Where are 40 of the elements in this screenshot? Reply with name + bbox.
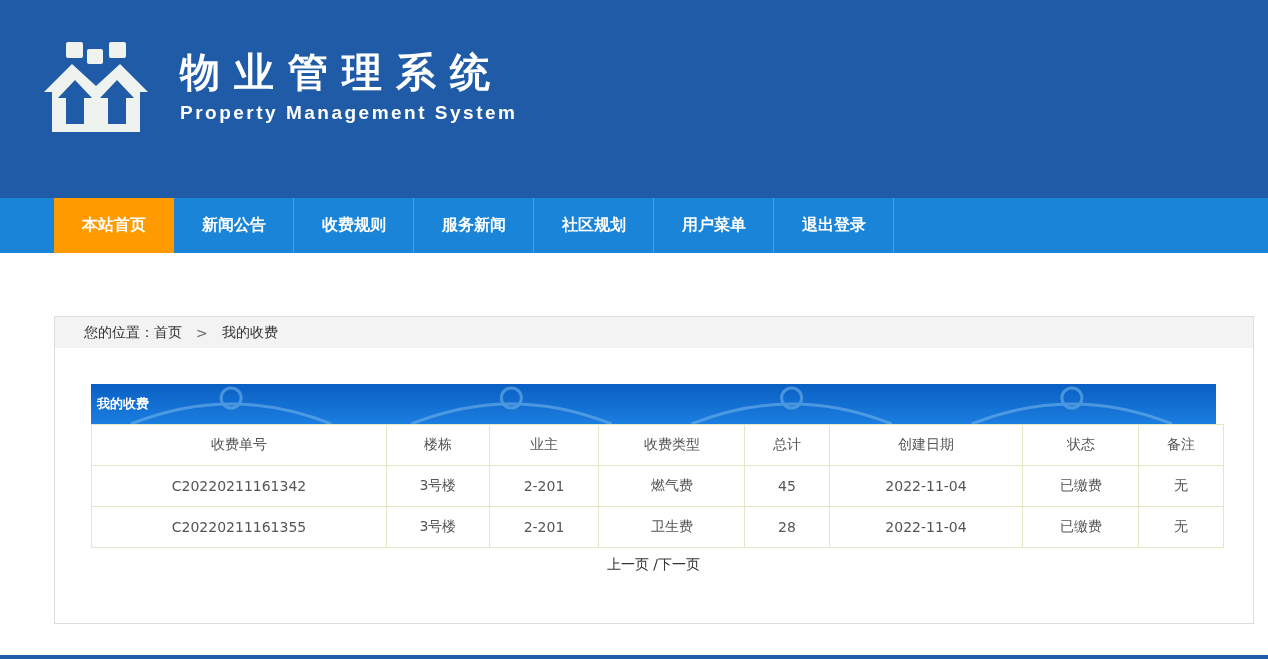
column-header: 收费单号 bbox=[91, 424, 387, 466]
column-header: 创建日期 bbox=[829, 424, 1023, 466]
table-cell: C20220211161342 bbox=[91, 465, 387, 507]
column-header: 备注 bbox=[1138, 424, 1224, 466]
table-cell: C20220211161355 bbox=[91, 506, 387, 548]
nav-tab[interactable]: 收费规则 bbox=[294, 198, 414, 253]
breadcrumb-current: 我的收费 bbox=[221, 323, 278, 342]
column-header: 业主 bbox=[489, 424, 599, 466]
table-cell: 无 bbox=[1138, 506, 1224, 548]
site-title: 物业管理系统 bbox=[180, 48, 505, 96]
house-logo-icon bbox=[44, 40, 148, 132]
table-cell: 2-201 bbox=[489, 465, 599, 507]
table-cell: 3号楼 bbox=[386, 506, 490, 548]
column-header: 状态 bbox=[1022, 424, 1139, 466]
table-cell: 28 bbox=[744, 506, 830, 548]
breadcrumb-label: 您的位置： bbox=[84, 323, 154, 342]
table-cell: 2-201 bbox=[489, 506, 599, 548]
table-cell: 3号楼 bbox=[386, 465, 490, 507]
nav-tab[interactable]: 退出登录 bbox=[774, 198, 894, 253]
pagination-links[interactable]: 上一页 /下一页 bbox=[606, 556, 701, 572]
site-subtitle: Property Management System bbox=[180, 102, 518, 124]
nav-tab[interactable]: 本站首页 bbox=[54, 198, 174, 253]
table-cell: 已缴费 bbox=[1022, 465, 1139, 507]
table-title: 我的收费 bbox=[96, 395, 149, 413]
nav-tab[interactable]: 新闻公告 bbox=[174, 198, 294, 253]
table-cell: 卫生费 bbox=[598, 506, 745, 548]
breadcrumb-separator: > bbox=[196, 324, 208, 341]
table-cell: 45 bbox=[744, 465, 830, 507]
column-header: 总计 bbox=[744, 424, 830, 466]
column-header: 楼栋 bbox=[386, 424, 490, 466]
nav-tab[interactable]: 社区规划 bbox=[534, 198, 654, 253]
column-header: 收费类型 bbox=[598, 424, 745, 466]
table-cell: 2022-11-04 bbox=[829, 465, 1023, 507]
table-cell: 燃气费 bbox=[598, 465, 745, 507]
nav-tab[interactable]: 服务新闻 bbox=[414, 198, 534, 253]
table-cell: 已缴费 bbox=[1022, 506, 1139, 548]
breadcrumb-link[interactable]: 首页 bbox=[154, 323, 182, 342]
nav-tab[interactable]: 用户菜单 bbox=[654, 198, 774, 253]
table-cell: 无 bbox=[1138, 465, 1224, 507]
table-cell: 2022-11-04 bbox=[829, 506, 1023, 548]
